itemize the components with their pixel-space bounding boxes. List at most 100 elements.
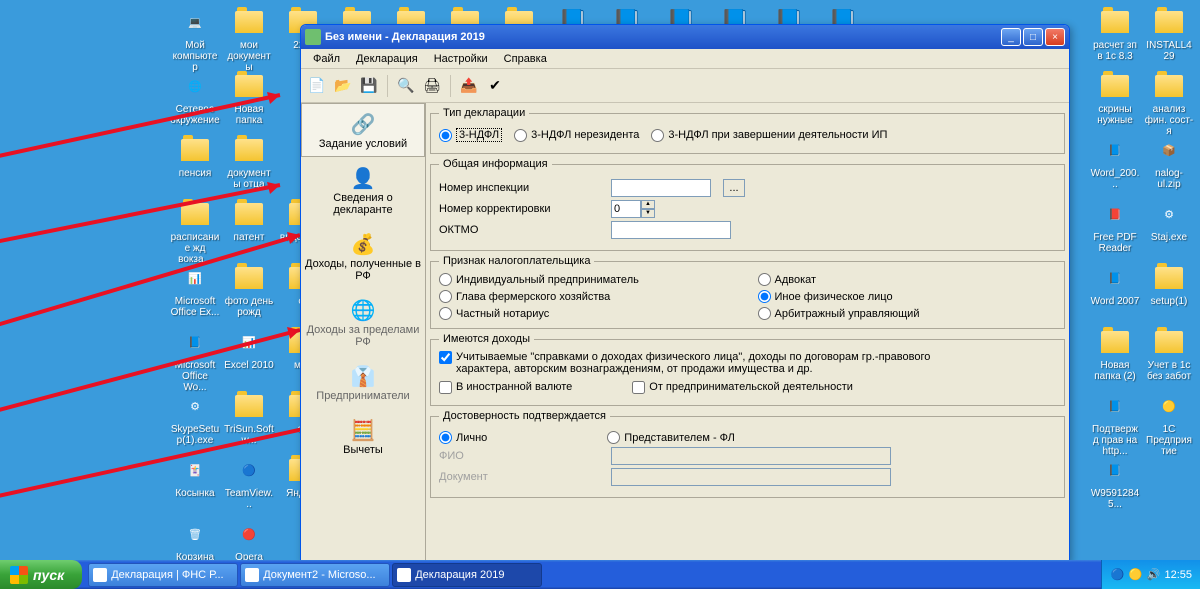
start-button[interactable]: пуск bbox=[0, 560, 82, 589]
desktop-icon[interactable]: 🃏Косынка bbox=[170, 454, 220, 499]
desktop-icon[interactable]: ⚙SkypeSetup(1).exe bbox=[170, 390, 220, 446]
desktop-icon[interactable]: 🟡1С Предприятие bbox=[1144, 390, 1194, 457]
desktop-icon[interactable]: Новая папка (2) bbox=[1090, 326, 1140, 382]
sidebar-icon: 🌐 bbox=[304, 296, 422, 324]
income-chk3[interactable]: От предпринимательской деятельности bbox=[632, 381, 853, 394]
sidebar-item-0[interactable]: 🔗Задание условий bbox=[301, 103, 425, 157]
desktop-icon[interactable]: 📦nalog-ul.zip bbox=[1144, 134, 1194, 190]
tray-icon[interactable]: 🔵 bbox=[1110, 568, 1124, 582]
desktop-icon[interactable]: Новая папка bbox=[224, 70, 274, 126]
menu-Справка[interactable]: Справка bbox=[496, 51, 555, 67]
desktop-icon[interactable]: 📊Microsoft Office Ex... bbox=[170, 262, 220, 318]
correction-spin-up[interactable]: ▲ bbox=[641, 200, 655, 209]
desktop-icon[interactable]: 📘Word 2007 bbox=[1090, 262, 1140, 307]
taskbar-task[interactable]: Декларация 2019 bbox=[392, 563, 542, 587]
income-chk1[interactable]: Учитываемые "справками о доходах физичес… bbox=[439, 351, 1056, 375]
file-icon: 🔴 bbox=[233, 518, 265, 550]
desktop-icon[interactable]: ⚙Staj.exe bbox=[1144, 198, 1194, 243]
desktop-icon[interactable]: 💻Мой компьютер bbox=[170, 6, 220, 73]
save-file-button[interactable]: 💾 bbox=[357, 74, 381, 98]
minimize-button[interactable]: _ bbox=[1001, 28, 1021, 46]
file-icon bbox=[1153, 6, 1185, 38]
sidebar-item-1[interactable]: 👤Сведения о декларанте bbox=[301, 157, 425, 223]
trust-radio-1[interactable]: Представителем - ФЛ bbox=[607, 431, 735, 444]
desktop-icon[interactable]: расчет зп в 1с 8.3 bbox=[1090, 6, 1140, 62]
maximize-button[interactable]: □ bbox=[1023, 28, 1043, 46]
oktmo-input[interactable] bbox=[611, 221, 731, 239]
sidebar-icon: 👤 bbox=[304, 164, 422, 192]
preview-button[interactable]: 🔍 bbox=[394, 74, 418, 98]
correction-label: Номер корректировки bbox=[439, 203, 599, 215]
tray-icon[interactable]: 🔊 bbox=[1146, 568, 1160, 582]
check-button[interactable]: ✔ bbox=[483, 74, 507, 98]
file-icon bbox=[179, 198, 211, 230]
menu-Декларация[interactable]: Декларация bbox=[348, 51, 426, 67]
desktop-icon[interactable]: анализ фин. сост-я bbox=[1144, 70, 1194, 137]
desktop-icon[interactable]: 📕Free PDF Reader bbox=[1090, 198, 1140, 254]
taskbar-task[interactable]: Декларация | ФНС Р... bbox=[88, 563, 238, 587]
desktop-icon[interactable]: документы отца bbox=[224, 134, 274, 190]
sidebar-item-3: 🌐Доходы за пределами РФ bbox=[301, 289, 425, 355]
taxpayer-radio-3[interactable]: Адвокат bbox=[758, 273, 1057, 286]
tray-icon[interactable]: 🟡 bbox=[1128, 568, 1142, 582]
desktop-icon[interactable]: 📘Подтвержд прав на http... bbox=[1090, 390, 1140, 457]
taxpayer-radio-5[interactable]: Арбитражный управляющий bbox=[758, 307, 1057, 320]
file-icon: 🔵 bbox=[233, 454, 265, 486]
taskbar-task[interactable]: Документ2 - Microso... bbox=[240, 563, 390, 587]
clock[interactable]: 12:55 bbox=[1164, 569, 1192, 581]
sidebar-item-5[interactable]: 🧮Вычеты bbox=[301, 409, 425, 463]
menu-Файл[interactable]: Файл bbox=[305, 51, 348, 67]
taxpayer-radio-1[interactable]: Глава фермерского хозяйства bbox=[439, 290, 738, 303]
trust-legend: Достоверность подтверждается bbox=[439, 410, 610, 422]
desktop-icon[interactable]: фото день рожд bbox=[224, 262, 274, 318]
file-icon bbox=[233, 70, 265, 102]
decltype-radio-2[interactable]: 3-НДФЛ при завершении деятельности ИП bbox=[651, 129, 887, 142]
desktop-icon[interactable]: 🔵TeamView... bbox=[224, 454, 274, 510]
app-icon bbox=[305, 29, 321, 45]
correction-spin-down[interactable]: ▼ bbox=[641, 209, 655, 218]
file-icon: 🌐 bbox=[179, 70, 211, 102]
desktop-icon[interactable]: 📊Excel 2010 bbox=[224, 326, 274, 371]
decltype-radio-0[interactable]: 3-НДФЛ bbox=[439, 128, 502, 142]
income-chk2[interactable]: В иностранной валюте bbox=[439, 381, 572, 394]
inspection-input[interactable] bbox=[611, 179, 711, 197]
declaration-type-legend: Тип декларации bbox=[439, 107, 529, 119]
desktop-icon[interactable]: 🗑Корзина bbox=[170, 518, 220, 563]
correction-input[interactable] bbox=[611, 200, 641, 218]
inspection-lookup-button[interactable]: ... bbox=[723, 179, 745, 197]
open-file-button[interactable]: 📂 bbox=[331, 74, 355, 98]
desktop-icon[interactable]: расписание жд вокза... bbox=[170, 198, 220, 265]
taxpayer-radio-0[interactable]: Индивидуальный предприниматель bbox=[439, 273, 738, 286]
desktop-icon[interactable]: TriSun.Softw... bbox=[224, 390, 274, 446]
system-tray[interactable]: 🔵 🟡 🔊 12:55 bbox=[1101, 560, 1200, 589]
titlebar[interactable]: Без имени - Декларация 2019 _ □ × bbox=[301, 25, 1069, 49]
menubar: ФайлДекларацияНастройкиСправка bbox=[301, 49, 1069, 69]
decltype-radio-1[interactable]: 3-НДФЛ нерезидента bbox=[514, 129, 639, 142]
close-button[interactable]: × bbox=[1045, 28, 1065, 46]
taxpayer-radio-2[interactable]: Частный нотариус bbox=[439, 307, 738, 320]
menu-Настройки[interactable]: Настройки bbox=[426, 51, 496, 67]
file-icon: 🗑 bbox=[179, 518, 211, 550]
toolbar: 📄 📂 💾 🔍 🖨 📤 ✔ bbox=[301, 69, 1069, 103]
desktop-icon[interactable]: пенсия bbox=[170, 134, 220, 179]
desktop-icon[interactable]: INSTALL429 bbox=[1144, 6, 1194, 62]
desktop-icon[interactable]: 🌐Сетевое окружение bbox=[170, 70, 220, 126]
export-button[interactable]: 📤 bbox=[457, 74, 481, 98]
desktop-icon[interactable]: мои документы bbox=[224, 6, 274, 73]
desktop-icon[interactable]: 📘W95912845... bbox=[1090, 454, 1140, 510]
desktop-icon[interactable]: Учет в 1с без забот bbox=[1144, 326, 1194, 382]
trust-radio-0[interactable]: Лично bbox=[439, 431, 487, 444]
desktop-icon[interactable]: 🔴Opera bbox=[224, 518, 274, 563]
taskbar-tasks: Декларация | ФНС Р...Документ2 - Microso… bbox=[82, 563, 1101, 587]
desktop-icon[interactable]: setup(1) bbox=[1144, 262, 1194, 307]
desktop-icon[interactable]: патент bbox=[224, 198, 274, 243]
print-button[interactable]: 🖨 bbox=[420, 74, 444, 98]
new-file-button[interactable]: 📄 bbox=[305, 74, 329, 98]
oktmo-label: ОКТМО bbox=[439, 224, 599, 236]
desktop-icon[interactable]: 📘Word_200... bbox=[1090, 134, 1140, 190]
desktop-icon[interactable]: скрины нужные bbox=[1090, 70, 1140, 126]
file-icon: 📊 bbox=[179, 262, 211, 294]
taxpayer-radio-4[interactable]: Иное физическое лицо bbox=[758, 290, 1057, 303]
desktop-icon[interactable]: 📘Microsoft Office Wo... bbox=[170, 326, 220, 393]
sidebar-item-2[interactable]: 💰Доходы, полученные в РФ bbox=[301, 223, 425, 289]
